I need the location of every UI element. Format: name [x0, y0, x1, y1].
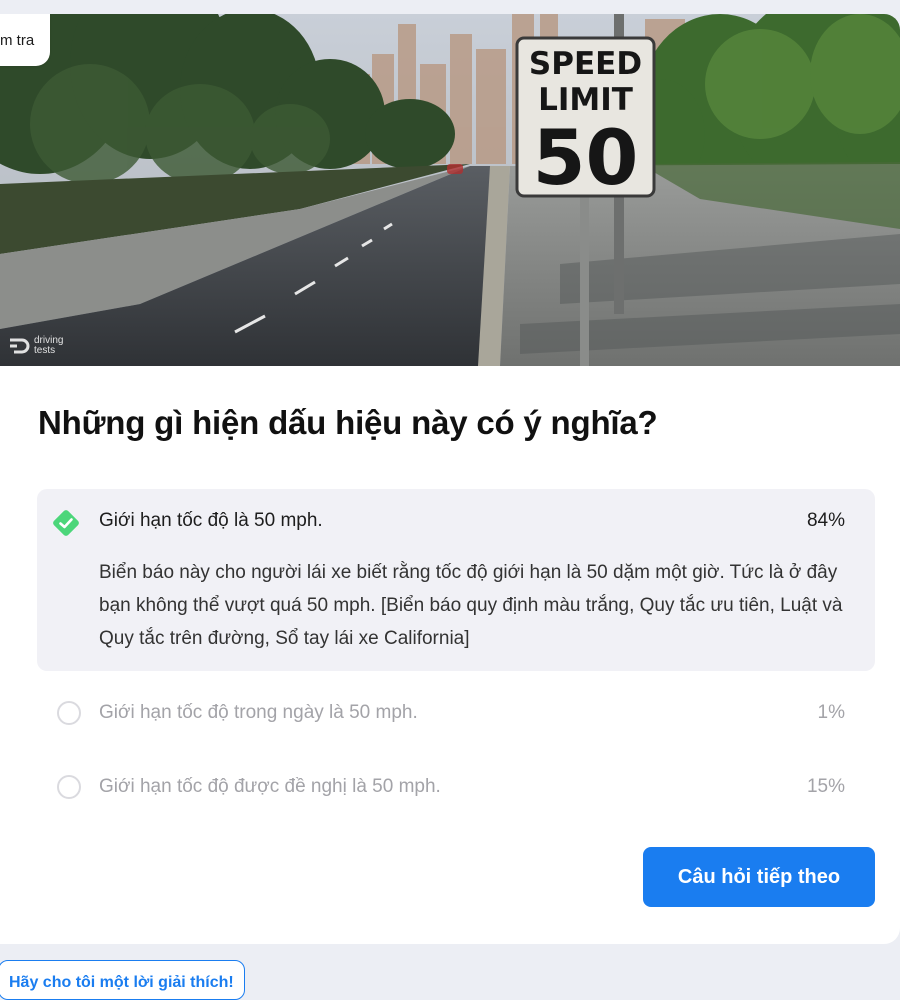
answer-option[interactable]: Giới hạn tốc độ trong ngày là 50 mph. 1%	[37, 681, 875, 747]
watermark-logo: driving tests	[8, 336, 63, 356]
answer-percent: 84%	[806, 510, 845, 531]
sign-number: 50	[533, 113, 639, 202]
radio-circle-icon	[57, 775, 81, 799]
answer-percent: 1%	[817, 702, 845, 723]
back-label: m tra	[0, 31, 35, 49]
sign-text-line1: SPEED	[529, 46, 642, 82]
question-title: Những gì hiện dấu hiệu này có ý nghĩa?	[38, 404, 658, 441]
answer-explanation: Biển báo này cho người lái xe biết rằng …	[99, 562, 843, 649]
next-question-button[interactable]: Câu hỏi tiếp theo	[643, 847, 875, 907]
driving-tests-logo-icon	[10, 338, 30, 354]
answer-text: Giới hạn tốc độ trong ngày là 50 mph.	[99, 702, 418, 723]
check-icon	[53, 510, 79, 536]
watermark-line2: tests	[34, 345, 56, 356]
answer-option-correct[interactable]: Giới hạn tốc độ là 50 mph. 84% Biển báo …	[37, 489, 875, 671]
question-card: SPEED LIMIT 50 m tra driving tests Những…	[0, 14, 900, 944]
back-button[interactable]: m tra	[0, 14, 51, 66]
question-image: SPEED LIMIT 50	[0, 14, 900, 366]
answer-percent: 15%	[806, 776, 845, 797]
answer-text: Giới hạn tốc độ được đề nghị là 50 mph.	[99, 776, 441, 797]
radio-circle-icon	[57, 701, 81, 725]
answer-option[interactable]: Giới hạn tốc độ được đề nghị là 50 mph. …	[37, 755, 875, 821]
answer-text: Giới hạn tốc độ là 50 mph.	[99, 510, 323, 531]
explain-button[interactable]: Hãy cho tôi một lời giải thích!	[0, 960, 245, 1000]
